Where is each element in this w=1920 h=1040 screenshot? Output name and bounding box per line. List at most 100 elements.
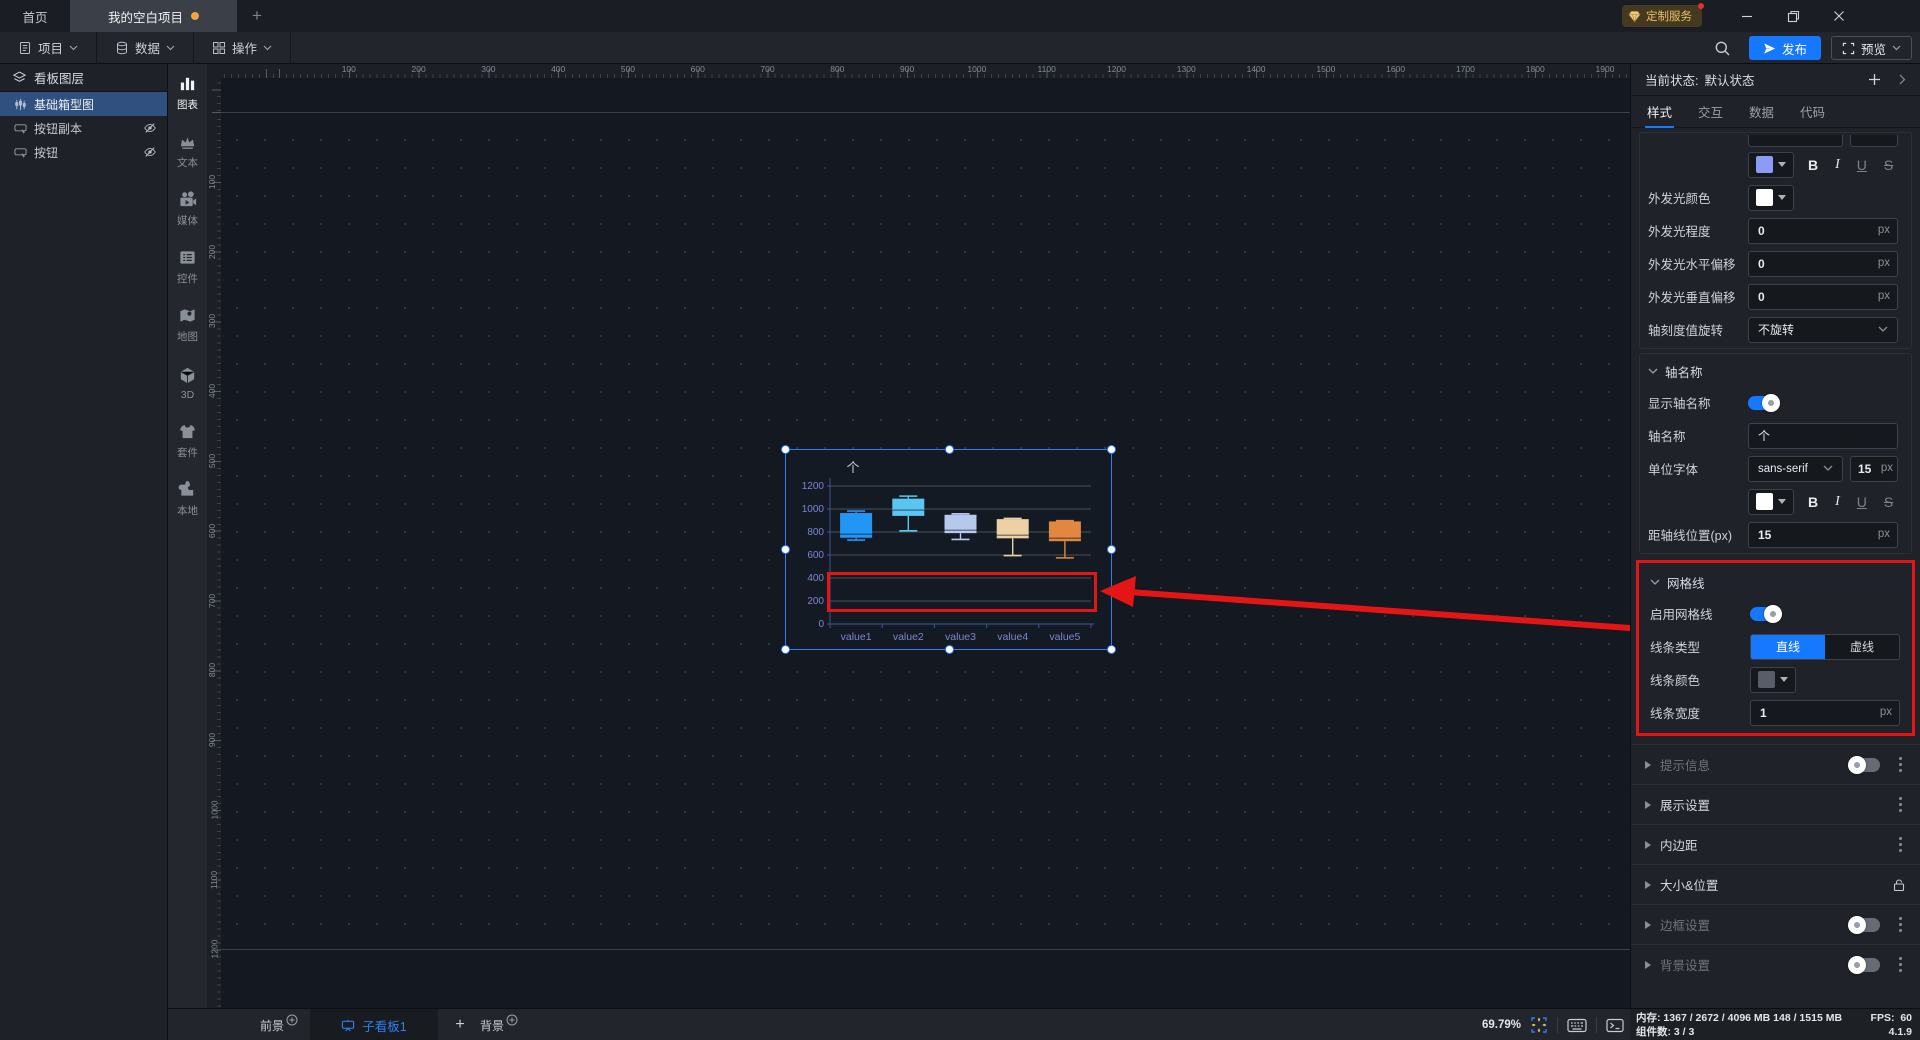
- tool-3d[interactable]: 3D: [168, 354, 207, 412]
- resize-handle-w[interactable]: [781, 545, 790, 554]
- collapse-arrow-icon: [1645, 880, 1651, 889]
- publish-button[interactable]: 发布: [1748, 36, 1821, 60]
- tab-data[interactable]: 数据: [1749, 96, 1774, 128]
- line-type-dashed[interactable]: 虚线: [1825, 635, 1899, 659]
- layer-item-button-copy[interactable]: 按钮副本: [0, 116, 167, 140]
- tick-rotate-select[interactable]: 不旋转: [1748, 316, 1898, 343]
- glow-color-picker[interactable]: [1748, 184, 1794, 211]
- tool-label: 本地: [177, 505, 198, 517]
- boxplot-component-selection[interactable]: 0 200 400 600 800 1000 1200 个 value1 value2 value3…: [781, 445, 1116, 654]
- search-icon[interactable]: [1714, 40, 1731, 57]
- custom-service-badge[interactable]: 定制服务: [1622, 3, 1704, 27]
- menu-operations[interactable]: 操作: [194, 31, 292, 64]
- svg-text:个: 个: [846, 460, 859, 475]
- ruler-label: 1500: [1316, 64, 1336, 74]
- kebab-menu-icon[interactable]: [1899, 923, 1902, 926]
- minimize-button[interactable]: [1724, 0, 1770, 32]
- section-background-settings[interactable]: 背景设置: [1631, 944, 1920, 984]
- maximize-button[interactable]: [1770, 0, 1816, 32]
- subboard-tab[interactable]: 子看板1: [310, 1009, 438, 1040]
- background-toggle[interactable]: [1848, 955, 1880, 974]
- glow-v-offset-input[interactable]: [1748, 283, 1898, 310]
- border-toggle[interactable]: [1848, 915, 1880, 934]
- project-tab[interactable]: 我的空白项目: [70, 0, 237, 32]
- italic-button[interactable]: I: [1835, 494, 1840, 510]
- new-project-tab-button[interactable]: +: [237, 0, 277, 32]
- add-state-icon[interactable]: [1868, 73, 1881, 86]
- resize-handle-s[interactable]: [945, 645, 954, 654]
- lock-icon[interactable]: [1892, 878, 1906, 892]
- tool-text[interactable]: 文本: [168, 122, 207, 180]
- tab-interaction[interactable]: 交互: [1698, 96, 1723, 128]
- color-swatch: [1756, 156, 1773, 173]
- console-icon[interactable]: [1606, 1018, 1624, 1033]
- home-tab[interactable]: 首页: [0, 0, 70, 32]
- glow-amount-input[interactable]: [1748, 217, 1898, 244]
- tab-style[interactable]: 样式: [1644, 96, 1675, 128]
- keyboard-icon[interactable]: [1567, 1018, 1587, 1033]
- resize-handle-se[interactable]: [1107, 645, 1116, 654]
- font-color-picker[interactable]: [1748, 151, 1794, 178]
- tool-widgets[interactable]: 控件: [168, 238, 207, 296]
- unit-color-picker[interactable]: [1748, 488, 1794, 515]
- kebab-menu-icon[interactable]: [1899, 803, 1902, 806]
- tooltip-toggle[interactable]: [1848, 755, 1880, 774]
- unit-font-select[interactable]: sans-serif: [1748, 455, 1843, 482]
- axis-offset-input[interactable]: [1748, 521, 1898, 548]
- strikethrough-button[interactable]: S: [1884, 157, 1893, 173]
- menu-data[interactable]: 数据: [97, 31, 195, 64]
- resize-handle-n[interactable]: [945, 445, 954, 454]
- line-type-solid[interactable]: 直线: [1751, 634, 1825, 659]
- preview-button[interactable]: 预览: [1830, 36, 1912, 60]
- foreground-button[interactable]: 前景: [260, 1009, 298, 1040]
- underline-button[interactable]: U: [1857, 157, 1867, 173]
- circled-plus-icon[interactable]: [286, 1014, 298, 1026]
- kebab-menu-icon[interactable]: [1899, 763, 1902, 766]
- underline-button[interactable]: U: [1857, 494, 1867, 510]
- resize-handle-ne[interactable]: [1107, 445, 1116, 454]
- dropdown-arrow-icon: [1778, 195, 1786, 200]
- resize-handle-sw[interactable]: [781, 645, 790, 654]
- chevron-right-icon[interactable]: [1899, 74, 1906, 85]
- kebab-menu-icon[interactable]: [1899, 963, 1902, 966]
- section-border-settings[interactable]: 边框设置: [1631, 904, 1920, 944]
- section-padding[interactable]: 内边距: [1631, 824, 1920, 864]
- section-size-position[interactable]: 大小&位置: [1631, 864, 1920, 904]
- tool-kit[interactable]: 套件: [168, 412, 207, 470]
- glow-h-offset-input[interactable]: [1748, 250, 1898, 277]
- strikethrough-button[interactable]: S: [1884, 494, 1893, 510]
- layer-item-boxplot[interactable]: 基础箱型图: [0, 92, 167, 116]
- background-button[interactable]: 背景: [480, 1009, 518, 1040]
- enable-grid-toggle[interactable]: [1750, 604, 1782, 623]
- line-color-picker[interactable]: [1750, 666, 1796, 693]
- fit-screen-icon[interactable]: [1530, 1016, 1548, 1034]
- resize-handle-nw[interactable]: [781, 445, 790, 454]
- bold-button[interactable]: B: [1808, 494, 1818, 510]
- eye-off-icon[interactable]: [143, 145, 157, 159]
- bold-button[interactable]: B: [1808, 157, 1818, 173]
- circled-plus-icon[interactable]: [506, 1014, 518, 1026]
- grid-section-header[interactable]: 网格线: [1650, 567, 1901, 597]
- tool-media[interactable]: 媒体: [168, 180, 207, 238]
- italic-button[interactable]: I: [1835, 157, 1840, 173]
- axis-name-input[interactable]: [1748, 422, 1898, 449]
- eye-off-icon[interactable]: [143, 121, 157, 135]
- kebab-menu-icon[interactable]: [1899, 843, 1902, 846]
- section-tooltip[interactable]: 提示信息: [1631, 744, 1920, 784]
- tab-code[interactable]: 代码: [1800, 96, 1825, 128]
- tool-local[interactable]: 本地: [168, 470, 207, 528]
- section-display-settings[interactable]: 展示设置: [1631, 784, 1920, 824]
- layer-item-button[interactable]: 按钮: [0, 140, 167, 164]
- axis-name-section-header[interactable]: 轴名称: [1648, 356, 1903, 386]
- add-subboard-button[interactable]: +: [450, 1009, 470, 1040]
- tool-charts[interactable]: 图表: [168, 64, 207, 122]
- close-button[interactable]: [1816, 0, 1862, 32]
- show-axis-name-toggle[interactable]: [1748, 393, 1780, 412]
- menu-project[interactable]: 项目: [0, 31, 98, 64]
- zoom-level[interactable]: 69.79%: [1482, 1019, 1521, 1031]
- tool-map[interactable]: 地图: [168, 296, 207, 354]
- chevron-down-icon: [1650, 579, 1660, 585]
- canvas[interactable]: 100 200 300 400 500 600 700 800 900 1000 1100 1200 1…: [207, 64, 1630, 1008]
- resize-handle-e[interactable]: [1107, 545, 1116, 554]
- line-width-input[interactable]: [1750, 699, 1900, 726]
